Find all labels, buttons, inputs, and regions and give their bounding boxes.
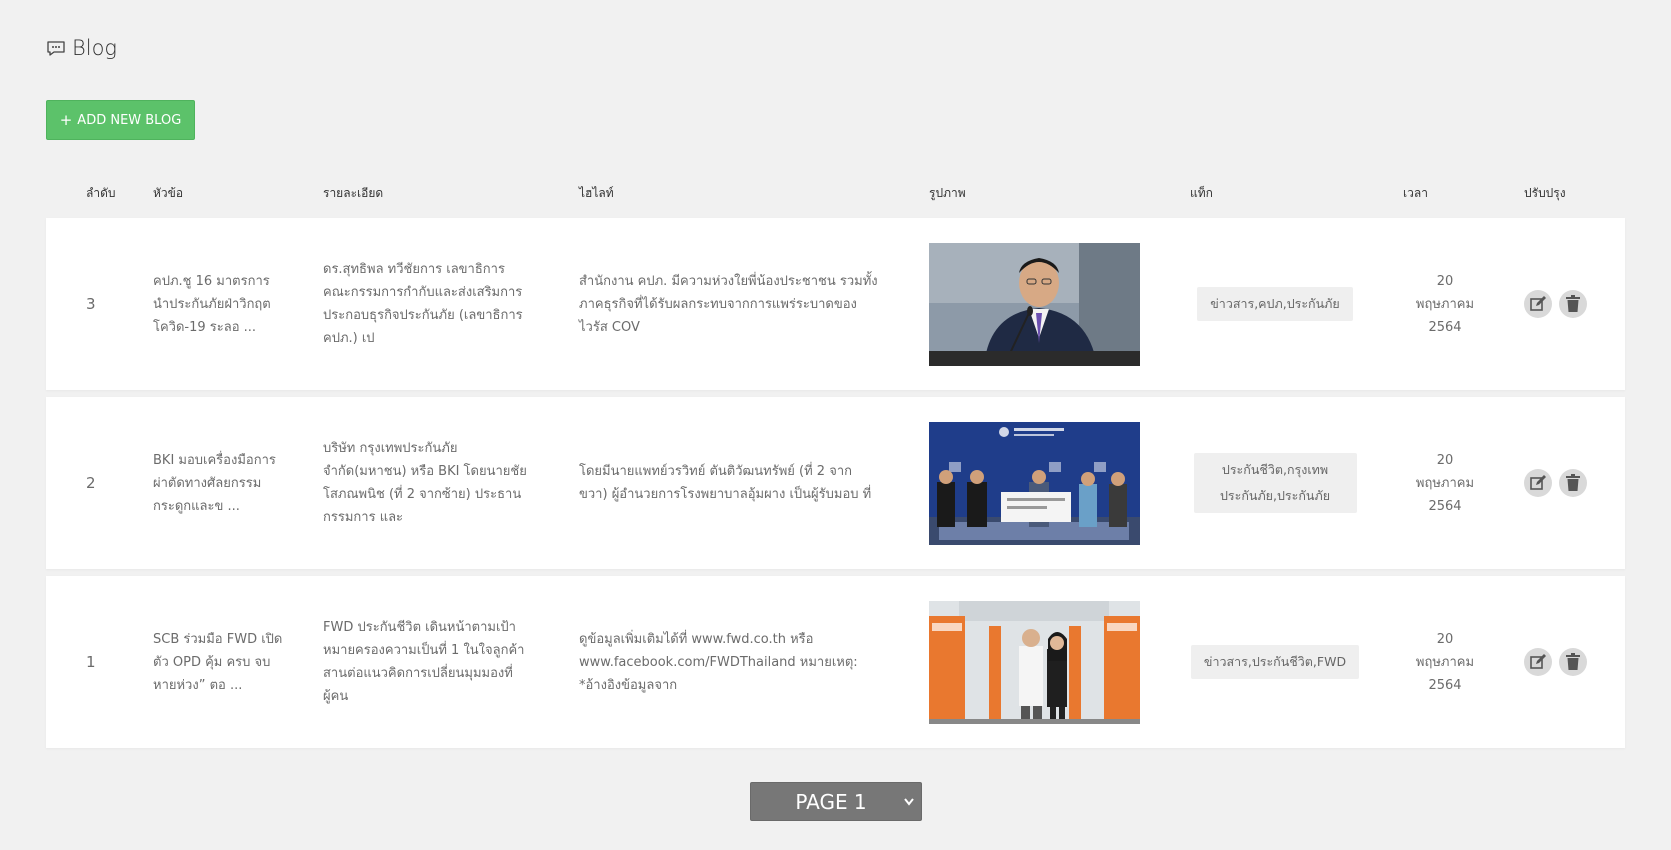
table-row: 2 BKI มอบเครื่องมือการผ่าตัดทางศัลยกรรมก…: [46, 397, 1625, 569]
edit-button[interactable]: [1524, 648, 1552, 676]
row-topic[interactable]: คปภ.ชู 16 มาตรการ นำประกันภัยฝ่าวิกฤต โค…: [153, 218, 283, 390]
edit-button[interactable]: [1524, 469, 1552, 497]
table-header: ลำดับ หัวข้อ รายละเอียด ไฮไลท์ รูปภาพ แท…: [46, 182, 1625, 202]
row-detail: ดร.สุทธิพล ทวีชัยการ เลขาธิการคณะกรรมการ…: [323, 218, 528, 390]
row-highlight: สำนักงาน คปภ. มีความห่วงใยพี่น้องประชาชน…: [579, 218, 879, 390]
column-header-actions: ปรับปรุง: [1524, 186, 1566, 200]
page-header: Blog: [46, 36, 117, 60]
delete-button[interactable]: [1559, 290, 1587, 318]
row-tag: ข่าวสาร,คปภ,ประกันภัย: [1190, 218, 1360, 390]
edit-icon: [1530, 296, 1546, 311]
row-topic[interactable]: SCB ร่วมมือ FWD เปิดตัว OPD คุ้ม ครบ จบห…: [153, 576, 283, 748]
time-day: 20: [1436, 273, 1454, 289]
column-header-highlight: ไฮไลท์: [579, 186, 614, 200]
edit-button[interactable]: [1524, 290, 1552, 318]
column-header-tag: แท็ก: [1190, 186, 1213, 200]
row-image: [929, 243, 1140, 366]
delete-button[interactable]: [1559, 469, 1587, 497]
time-month: พฤษภาคม: [1415, 475, 1475, 491]
row-image: [929, 422, 1140, 545]
time-year: 2564: [1428, 677, 1462, 693]
row-highlight: ดูข้อมูลเพิ่มเติมได้ที่ www.fwd.co.th หร…: [579, 576, 879, 748]
trash-icon: [1566, 295, 1580, 312]
page-select-value: PAGE 1: [795, 789, 867, 814]
row-number: 1: [86, 652, 96, 671]
column-header-topic: หัวข้อ: [153, 186, 184, 200]
time-year: 2564: [1428, 498, 1462, 514]
row-detail: FWD ประกันชีวิต เดินหน้าตามเป้าหมายครองค…: [323, 576, 528, 748]
row-highlight-text: สำนักงาน คปภ. มีความห่วงใยพี่น้องประชาชน…: [579, 273, 878, 335]
add-new-blog-button[interactable]: + ADD NEW BLOG: [46, 100, 195, 140]
partnership-launch-photo: [929, 601, 1140, 724]
table-row: 1 SCB ร่วมมือ FWD เปิดตัว OPD คุ้ม ครบ จ…: [46, 576, 1625, 748]
chevron-down-icon: [904, 798, 914, 806]
edit-icon: [1530, 654, 1546, 669]
column-header-image: รูปภาพ: [929, 186, 966, 200]
row-detail: บริษัท กรุงเทพประกันภัย จำกัด(มหาชน) หรื…: [323, 397, 528, 569]
row-detail-text: ดร.สุทธิพล ทวีชัยการ เลขาธิการคณะกรรมการ…: [323, 262, 523, 346]
row-number: 2: [86, 473, 96, 492]
row-topic-text: คปภ.ชู 16 มาตรการ นำประกันภัยฝ่าวิกฤต โค…: [153, 273, 271, 335]
row-actions: [1524, 218, 1587, 390]
press-conference-photo: [929, 243, 1140, 366]
column-header-detail: รายละเอียด: [323, 186, 384, 200]
time-year: 2564: [1428, 319, 1462, 335]
row-detail-text: FWD ประกันชีวิต เดินหน้าตามเป้าหมายครองค…: [323, 620, 525, 704]
donation-ceremony-photo: [929, 422, 1140, 545]
trash-icon: [1566, 474, 1580, 491]
chat-bubble-icon: [46, 40, 66, 57]
row-topic[interactable]: BKI มอบเครื่องมือการผ่าตัดทางศัลยกรรมกระ…: [153, 397, 283, 569]
row-tag: ประกันชีวิต,กรุงเทพประกันภัย,ประกันภัย: [1190, 397, 1360, 569]
row-topic-text: BKI มอบเครื่องมือการผ่าตัดทางศัลยกรรมกระ…: [153, 452, 276, 514]
column-header-time: เวลา: [1403, 186, 1428, 200]
row-image: [929, 601, 1140, 724]
row-highlight-text: โดยมีนายแพทย์วรวิทย์ ตันติวัฒนทรัพย์ (ที…: [579, 464, 872, 502]
row-tag: ข่าวสาร,ประกันชีวิต,FWD: [1190, 576, 1360, 748]
table-row: 3 คปภ.ชู 16 มาตรการ นำประกันภัยฝ่าวิกฤต …: [46, 218, 1625, 390]
tag-badge: ข่าวสาร,ประกันชีวิต,FWD: [1190, 645, 1360, 679]
time-day: 20: [1436, 631, 1454, 647]
row-highlight-text: ดูข้อมูลเพิ่มเติมได้ที่ www.fwd.co.th หร…: [579, 631, 858, 693]
page-title: Blog: [72, 36, 118, 60]
row-time: 20 พฤษภาคม 2564: [1406, 576, 1484, 748]
row-highlight: โดยมีนายแพทย์วรวิทย์ ตันติวัฒนทรัพย์ (ที…: [579, 397, 879, 569]
edit-icon: [1530, 475, 1546, 490]
column-header-order: ลำดับ: [86, 186, 116, 200]
row-detail-text: บริษัท กรุงเทพประกันภัย จำกัด(มหาชน) หรื…: [323, 441, 527, 525]
row-time: 20 พฤษภาคม 2564: [1406, 397, 1484, 569]
page-select[interactable]: PAGE 1: [750, 782, 922, 821]
delete-button[interactable]: [1559, 648, 1587, 676]
tag-badge: ประกันชีวิต,กรุงเทพประกันภัย,ประกันภัย: [1193, 453, 1357, 513]
row-number: 3: [86, 294, 96, 313]
plus-icon: +: [59, 110, 73, 129]
row-topic-text: SCB ร่วมมือ FWD เปิดตัว OPD คุ้ม ครบ จบห…: [153, 631, 283, 693]
tag-badge: ข่าวสาร,คปภ,ประกันภัย: [1197, 287, 1353, 321]
time-month: พฤษภาคม: [1415, 296, 1475, 312]
row-actions: [1524, 576, 1587, 748]
row-actions: [1524, 397, 1587, 569]
add-new-blog-label: ADD NEW BLOG: [77, 112, 182, 128]
time-month: พฤษภาคม: [1415, 654, 1475, 670]
trash-icon: [1566, 653, 1580, 670]
row-time: 20 พฤษภาคม 2564: [1406, 218, 1484, 390]
time-day: 20: [1436, 452, 1454, 468]
